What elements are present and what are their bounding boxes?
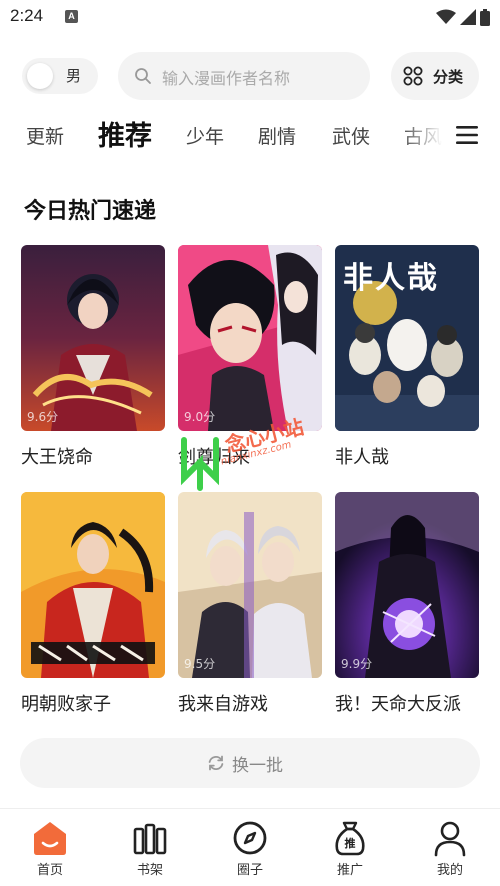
promote-badge-text: 推 — [344, 837, 356, 850]
compass-icon — [233, 821, 267, 855]
tab-fade-overlay — [400, 108, 446, 160]
comic-title: 大王饶命 — [21, 447, 93, 468]
bookshelf-icon — [133, 823, 167, 855]
refresh-batch-button[interactable]: 换一批 — [20, 738, 480, 788]
refresh-label: 换一批 — [232, 756, 283, 776]
category-grid-icon — [403, 66, 423, 86]
bottom-navigation: 首页 书架 圈子 推 推广 我的 — [0, 808, 500, 886]
status-bar: 2:24 A — [0, 0, 500, 36]
comic-cover: 9.0分 — [178, 245, 322, 431]
nav-label: 首页 — [36, 863, 63, 878]
gender-toggle[interactable]: 男 — [22, 58, 98, 94]
status-time: 2:24 — [10, 6, 44, 25]
signal-icon — [460, 9, 476, 25]
tab-recommend[interactable]: 推荐 — [98, 114, 152, 153]
comic-card[interactable]: 9.5分 我来自游戏 — [178, 492, 322, 716]
section-title: 今日热门速递 — [24, 199, 157, 224]
home-icon — [34, 822, 66, 855]
wifi-icon — [436, 9, 456, 24]
comic-title: 我来自游戏 — [178, 694, 268, 715]
comic-cover — [21, 492, 165, 678]
nav-circle[interactable]: 圈子 — [200, 809, 300, 886]
comic-cover: 9.6分 — [21, 245, 165, 431]
comic-cover: 9.5分 — [178, 492, 322, 678]
cover-title-text: 非人哉 — [343, 261, 439, 296]
search-icon — [135, 68, 151, 84]
nav-label: 我的 — [436, 863, 463, 878]
tab-shounen[interactable]: 少年 — [186, 122, 224, 149]
comic-cover: 9.9分 — [335, 492, 479, 678]
top-header: 男 输入漫画作者名称 分类 — [0, 48, 500, 104]
nav-bookshelf[interactable]: 书架 — [100, 809, 200, 886]
nav-profile[interactable]: 我的 — [400, 809, 500, 886]
tab-strip: 更新 推荐 少年 剧情 武侠 古风 — [0, 108, 446, 160]
toggle-knob — [27, 63, 53, 89]
search-placeholder: 输入漫画作者名称 — [162, 69, 291, 88]
comic-card[interactable]: 明朝败家子 — [21, 492, 165, 716]
menu-icon[interactable] — [456, 126, 478, 144]
comic-title: 我！天命大反派 — [335, 694, 461, 715]
gender-label: 男 — [66, 67, 82, 85]
comic-score: 9.5分 — [184, 657, 216, 671]
nav-label: 书架 — [136, 863, 163, 878]
comic-title: 明朝败家子 — [21, 694, 111, 715]
category-button[interactable]: 分类 — [391, 52, 479, 100]
tab-wuxia[interactable]: 武侠 — [332, 122, 370, 149]
nav-label: 圈子 — [236, 863, 263, 878]
status-icons — [436, 8, 490, 26]
category-label: 分类 — [433, 68, 464, 86]
battery-icon — [480, 8, 490, 26]
nav-promote[interactable]: 推 推广 — [300, 809, 400, 886]
category-tabs: 更新 推荐 少年 剧情 武侠 古风 — [0, 108, 500, 160]
nav-home[interactable]: 首页 — [0, 809, 100, 886]
comic-title: 非人哉 — [335, 447, 389, 468]
tab-update[interactable]: 更新 — [26, 122, 64, 149]
search-input[interactable]: 输入漫画作者名称 — [118, 52, 370, 100]
site-watermark: 念心小站 nianxinxz.com — [176, 414, 326, 502]
notification-a-icon: A — [65, 10, 78, 23]
comic-score: 9.6分 — [27, 410, 59, 424]
comic-card[interactable]: 9.9分 我！天命大反派 — [335, 492, 479, 716]
comic-score: 9.9分 — [341, 657, 373, 671]
comic-card[interactable]: 9.6分 大王饶命 — [21, 245, 165, 469]
profile-icon — [434, 821, 466, 857]
comic-card[interactable]: 非人哉 非人哉 — [335, 245, 479, 469]
refresh-icon — [208, 755, 224, 771]
comic-cover: 非人哉 — [335, 245, 479, 431]
tab-drama[interactable]: 剧情 — [258, 122, 296, 149]
nav-label: 推广 — [336, 863, 363, 878]
